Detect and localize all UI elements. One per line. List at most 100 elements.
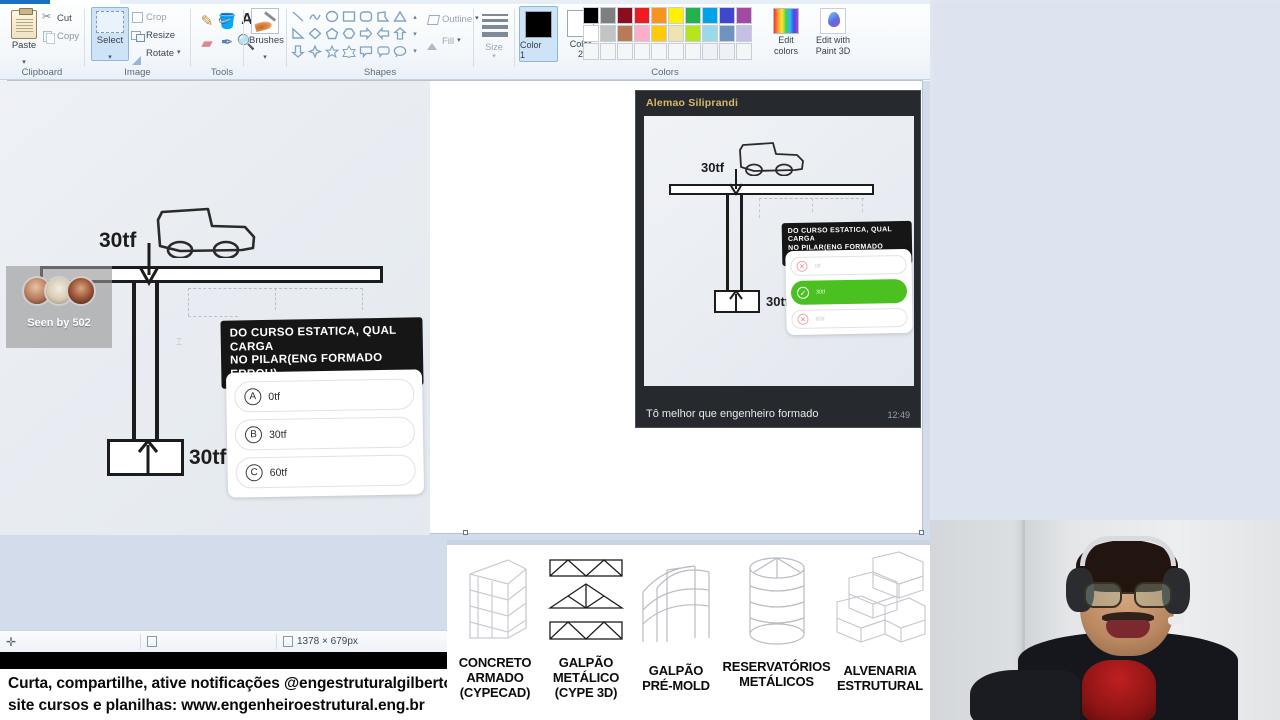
- shape-six-point-star-icon[interactable]: [342, 44, 356, 58]
- shape-right-triangle-icon[interactable]: [291, 27, 306, 40]
- palette-swatch-r2-c1[interactable]: [583, 25, 599, 42]
- palette-swatch-r2-c2[interactable]: [600, 25, 616, 42]
- cut-button[interactable]: Cut: [42, 10, 72, 24]
- shape-fill-button[interactable]: Fill ▾: [427, 35, 461, 50]
- paste-button[interactable]: Paste ▾: [6, 8, 42, 66]
- palette-swatch-r2-c10[interactable]: [736, 25, 752, 42]
- quiz-option-c[interactable]: ✕ 60tf: [791, 307, 908, 330]
- shapes-scroll-down-icon[interactable]: ▾: [413, 30, 417, 38]
- palette-swatch-r3-c6[interactable]: [668, 43, 684, 60]
- palette-swatch-r1-c5[interactable]: [651, 7, 667, 24]
- edit-colors-button[interactable]: Edit colors: [763, 8, 809, 56]
- shape-right-arrow-icon[interactable]: [359, 27, 373, 41]
- palette-swatch-r2-c7[interactable]: [685, 25, 701, 42]
- size-dropdown-caret-icon[interactable]: ▾: [474, 52, 514, 60]
- quiz-option-a[interactable]: A 0tf: [234, 378, 415, 413]
- brushes-dropdown-caret-icon[interactable]: ▾: [263, 54, 267, 61]
- palette-swatch-r2-c3[interactable]: [617, 25, 633, 42]
- shape-polygon-icon[interactable]: [376, 10, 390, 23]
- canvas-resize-handle-corner[interactable]: [919, 530, 924, 535]
- shapes-scroll-up-icon[interactable]: ▴: [413, 13, 417, 21]
- color-1-button[interactable]: Color 1: [519, 6, 558, 62]
- palette-swatch-r1-c1[interactable]: [583, 7, 599, 24]
- truss-icon: [542, 545, 630, 655]
- select-tool-button[interactable]: Select ▾: [91, 7, 129, 61]
- copy-button[interactable]: Copy: [42, 30, 79, 44]
- palette-swatch-r1-c4[interactable]: [634, 7, 650, 24]
- palette-swatch-r1-c6[interactable]: [668, 7, 684, 24]
- palette-swatch-r2-c8[interactable]: [702, 25, 718, 42]
- palette-swatch-r1-c7[interactable]: [685, 7, 701, 24]
- palette-swatch-r3-c4[interactable]: [634, 43, 650, 60]
- palette-swatch-r3-c10[interactable]: [736, 43, 752, 60]
- shape-cloud-callout-icon[interactable]: [393, 45, 407, 58]
- shape-line-icon[interactable]: [291, 10, 305, 23]
- rotate-button[interactable]: Rotate ▾: [131, 47, 181, 65]
- course-item-galpao-pre-mold[interactable]: GALPÃO PRÉ-MOLD: [630, 545, 722, 693]
- shape-up-arrow-icon[interactable]: [392, 27, 407, 41]
- palette-swatch-r3-c5[interactable]: [651, 43, 667, 60]
- brushes-button[interactable]: Brushes ▾: [249, 7, 284, 61]
- edit-3d-label-bottom: Paint 3D: [815, 45, 851, 56]
- shape-curve-icon[interactable]: [308, 10, 322, 23]
- palette-swatch-r3-c1[interactable]: [583, 43, 599, 60]
- palette-swatch-r2-c9[interactable]: [719, 25, 735, 42]
- quiz-option-c[interactable]: C 60tf: [235, 454, 416, 489]
- shape-hexagon-icon[interactable]: [342, 27, 356, 40]
- fill-bucket-icon[interactable]: 🪣: [217, 12, 237, 32]
- palette-swatch-r3-c7[interactable]: [685, 43, 701, 60]
- shapes-expand-icon[interactable]: ▾: [413, 47, 417, 55]
- edit-with-paint3d-button[interactable]: Edit with Paint 3D: [807, 8, 859, 56]
- color-picker-icon[interactable]: ✒: [217, 33, 237, 53]
- shape-pentagon-icon[interactable]: [325, 27, 339, 40]
- quiz-option-a[interactable]: ✕ 0tf: [790, 254, 907, 277]
- shapes-gallery[interactable]: [290, 8, 408, 60]
- shape-oval-icon[interactable]: [325, 10, 339, 23]
- shape-rectangle-icon[interactable]: [342, 10, 356, 23]
- palette-swatch-r1-c9[interactable]: [719, 7, 735, 24]
- quiz-option-b[interactable]: ✓ 30tf: [790, 278, 908, 306]
- paint-canvas[interactable]: 30tf ⌶ 30tf Seen by 502 DO CURSO ESTATIC…: [0, 81, 924, 535]
- shape-left-arrow-icon[interactable]: [376, 27, 390, 41]
- course-item-concreto-armado[interactable]: CONCRETO ARMADO (CYPECAD): [449, 545, 541, 700]
- crop-button[interactable]: Crop: [131, 11, 167, 23]
- paste-dropdown-caret-icon[interactable]: ▾: [22, 59, 26, 66]
- course-item-alvenaria-estrutural[interactable]: ALVENARIA ESTRUTURAL: [832, 545, 928, 693]
- palette-swatch-r2-c5[interactable]: [651, 25, 667, 42]
- palette-swatch-r2-c4[interactable]: [634, 25, 650, 42]
- shape-rounded-callout-icon[interactable]: [376, 45, 390, 58]
- palette-swatch-r3-c9[interactable]: [719, 43, 735, 60]
- shape-four-point-star-icon[interactable]: [308, 44, 323, 58]
- palette-swatch-r1-c3[interactable]: [617, 7, 633, 24]
- eraser-icon[interactable]: ▰: [197, 34, 217, 54]
- quiz-option-b[interactable]: B 30tf: [234, 416, 416, 451]
- shape-five-point-star-icon[interactable]: [325, 44, 340, 58]
- fill-dropdown-caret-icon[interactable]: ▾: [457, 37, 461, 44]
- rotate-dropdown-caret-icon[interactable]: ▾: [177, 49, 181, 56]
- course-item-reservatorios-metalicos[interactable]: RESERVATÓRIOS METÁLICOS: [719, 545, 834, 689]
- color-palette[interactable]: [583, 7, 752, 60]
- pasted-quiz-image[interactable]: 30tf ⌶ 30tf Seen by 502 DO CURSO ESTATIC…: [0, 81, 430, 535]
- shape-rounded-rectangle-icon[interactable]: [359, 10, 373, 23]
- course-item-galpao-metalico[interactable]: GALPÃO METÁLICO (CYPE 3D): [542, 545, 630, 700]
- pencil-icon[interactable]: ✎: [197, 12, 217, 32]
- shape-down-arrow-icon[interactable]: [291, 45, 306, 58]
- palette-swatch-r3-c3[interactable]: [617, 43, 633, 60]
- shape-triangle-icon[interactable]: [392, 10, 407, 23]
- palette-swatch-r3-c2[interactable]: [600, 43, 616, 60]
- instagram-story-panel[interactable]: Alemao Siliprandi 30tf 30tf DO CURSO EST…: [635, 90, 921, 428]
- palette-swatch-r1-c2[interactable]: [600, 7, 616, 24]
- colors-group-caption: Colors: [651, 67, 679, 78]
- shapes-scroll-controls[interactable]: ▴ ▾ ▾: [409, 8, 421, 60]
- canvas-resize-handle-bottom[interactable]: [463, 530, 468, 535]
- shape-rectangular-callout-icon[interactable]: [359, 45, 373, 58]
- select-dropdown-caret-icon[interactable]: ▾: [108, 54, 112, 61]
- palette-swatch-r3-c8[interactable]: [702, 43, 718, 60]
- size-icon[interactable]: [482, 14, 508, 40]
- resize-button[interactable]: Resize: [131, 29, 175, 42]
- palette-swatch-r2-c6[interactable]: [668, 25, 684, 42]
- shape-diamond-icon[interactable]: [308, 27, 322, 40]
- palette-swatch-r1-c8[interactable]: [702, 7, 718, 24]
- palette-swatch-r1-c10[interactable]: [736, 7, 752, 24]
- shape-outline-button[interactable]: Outline ▾: [427, 13, 479, 25]
